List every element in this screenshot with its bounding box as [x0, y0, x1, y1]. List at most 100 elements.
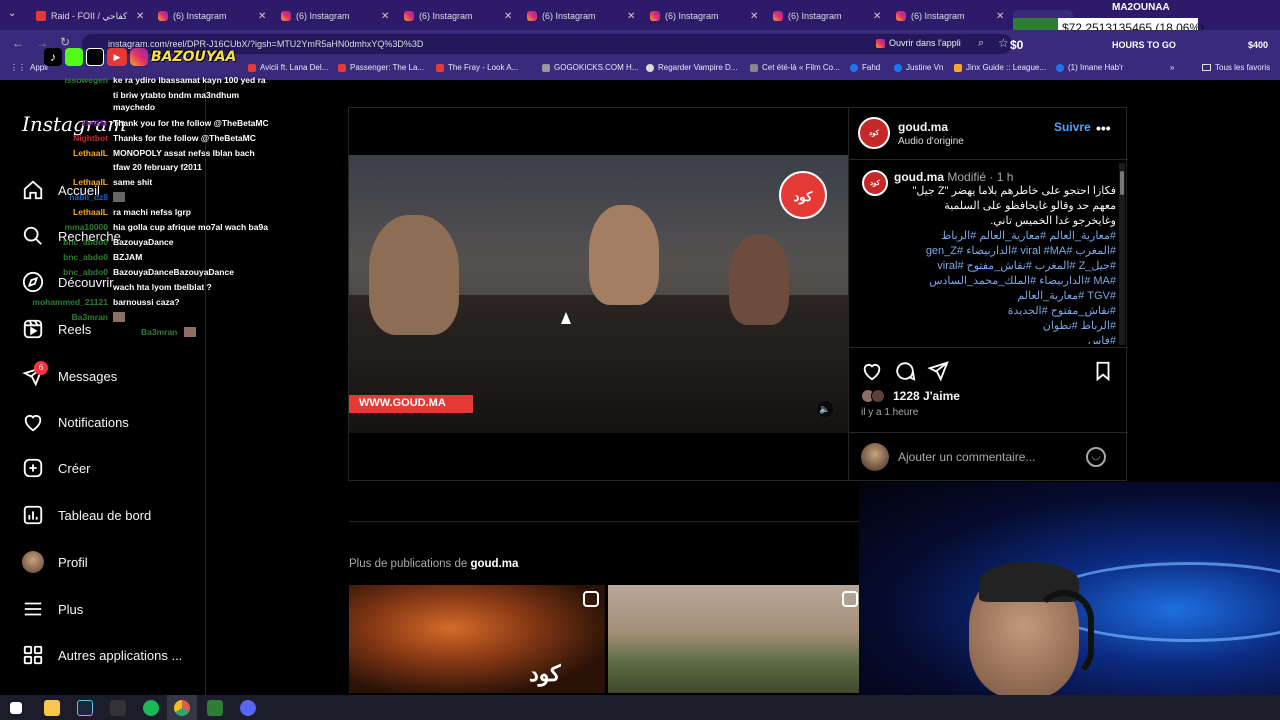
hashtag-line[interactable]: #فاس [894, 334, 1116, 344]
open-in-app-link[interactable]: Ouvrir dans l'appli [876, 38, 961, 48]
hashtag-line[interactable]: #نقاش_مفتوح #الجديدة [894, 304, 1116, 319]
spotify-icon[interactable] [143, 700, 159, 716]
chat-line: LethaalL ra machi nefss lgrp [73, 207, 191, 217]
windows-taskbar [0, 695, 1280, 720]
folder-icon [1202, 64, 1211, 71]
share-icon[interactable] [927, 360, 949, 382]
instagram-icon [896, 11, 906, 21]
bookmark-item[interactable]: The Fray - Look A... [436, 63, 518, 72]
reel-icon [583, 591, 599, 607]
hashtag-line[interactable]: #معارية_العالم #معارية_العالم #الرباط [894, 229, 1116, 244]
nav-dashboard[interactable]: Tableau de bord [22, 504, 151, 526]
youtube-icon [436, 63, 444, 72]
file-explorer-icon[interactable] [44, 700, 60, 716]
zoom-icon[interactable]: ⌕ [978, 37, 984, 50]
nav-more[interactable]: Plus [22, 598, 83, 620]
hashtag-line[interactable]: #MA #الداربيضاء #الملك_محمد_السادس [894, 274, 1116, 289]
browser-tab[interactable]: (6) Instagram ✕ [890, 5, 1008, 27]
hashtag-line[interactable]: #المغرب #viral #MA #الداربيضاء #gen_Z [894, 244, 1116, 259]
caption-scrollbar-thumb[interactable] [1120, 171, 1124, 195]
twitch-icon [86, 48, 104, 66]
close-icon[interactable]: ✕ [258, 11, 270, 22]
more-bookmarks-icon[interactable]: » [1170, 63, 1174, 72]
nav-other-apps[interactable]: Autres applications ... [22, 644, 182, 666]
headset [1034, 590, 1094, 680]
browser-tab[interactable]: Raid - FOII / كفاحي ✕ [30, 5, 148, 27]
close-icon[interactable]: ✕ [136, 11, 148, 22]
browser-tab[interactable]: (6) Instagram ✕ [275, 5, 393, 27]
bookmark-item[interactable]: (1) Imane Hab'r [1056, 63, 1123, 72]
audio-label[interactable]: Audio d'origine [898, 136, 964, 147]
browser-tab[interactable]: (6) Instagram ✕ [521, 5, 639, 27]
chat-line: Ba3mran [0, 327, 290, 342]
site-icon [750, 63, 758, 72]
apps-bookmark[interactable]: ⋮⋮ Appli [10, 63, 48, 72]
post-timestamp: il y a 1 heure [861, 407, 919, 418]
bookmark-item[interactable]: Jinx Guide :: League... [954, 63, 1046, 72]
caption-username[interactable]: goud.ma [894, 170, 944, 184]
discord-icon[interactable] [240, 700, 256, 716]
tab-search-button[interactable]: ⌄ [8, 8, 16, 19]
steam-icon[interactable] [77, 700, 93, 716]
close-icon[interactable]: ✕ [996, 11, 1008, 22]
app-icon[interactable] [207, 700, 223, 716]
menu-icon [24, 602, 42, 616]
browser-tab[interactable]: (6) Instagram ✕ [152, 5, 270, 27]
emote [113, 312, 125, 322]
close-icon[interactable]: ✕ [873, 11, 885, 22]
goud-logo: كود [779, 171, 827, 219]
nav-create[interactable]: Créer [22, 457, 91, 479]
bookmark-item[interactable]: Passenger: The La... [338, 63, 424, 72]
post-thumbnail[interactable] [608, 585, 859, 693]
follow-button[interactable]: Suivre [1054, 120, 1091, 134]
start-icon[interactable] [10, 702, 22, 714]
author-avatar[interactable]: كود [858, 117, 890, 149]
more-posts-username[interactable]: goud.ma [470, 558, 518, 570]
browser-tab[interactable]: (6) Instagram ✕ [767, 5, 885, 27]
social-handle: BAZOUYAA [151, 49, 237, 65]
bookmark-item[interactable]: Fahd [850, 63, 880, 72]
bookmark-item[interactable]: Regarder Vampire D... [646, 63, 737, 72]
heart-icon [24, 415, 42, 432]
hashtag-line[interactable]: #TGV #معارية_العالم [894, 289, 1116, 304]
caption-avatar[interactable]: كود [862, 170, 888, 196]
like-count[interactable]: 1228 J'aime [893, 389, 960, 403]
hashtag-line[interactable]: #الرباط #تطوان [894, 319, 1116, 334]
more-options-icon[interactable]: ••• [1096, 120, 1111, 136]
close-icon[interactable]: ✕ [627, 11, 639, 22]
save-icon[interactable] [1092, 360, 1114, 382]
social-handles-overlay: ♪ ▶ BAZOUYAA [44, 48, 236, 66]
close-icon[interactable]: ✕ [750, 11, 762, 22]
video-watermark: WWW.GOUD.MA [349, 395, 473, 413]
reload-icon[interactable]: ↻ [60, 35, 70, 49]
nav-notifications[interactable]: Notifications [22, 411, 129, 433]
bookmark-item[interactable]: Avicii ft. Lana Del... [248, 63, 328, 72]
facebook-icon [894, 63, 902, 72]
comment-icon[interactable] [894, 360, 916, 382]
epic-games-icon[interactable] [110, 700, 126, 716]
post-thumbnail[interactable]: كود [349, 585, 605, 693]
chat-line: nabil_dz8 [0, 192, 290, 207]
bookmark-item[interactable]: Justine Vn [894, 63, 943, 72]
volume-icon[interactable]: 🔈 [817, 401, 833, 417]
instagram-icon [404, 11, 414, 21]
all-bookmarks-folder[interactable]: Tous les favoris [1202, 63, 1270, 72]
close-icon[interactable]: ✕ [381, 11, 393, 22]
browser-tab[interactable]: (6) Instagram ✕ [644, 5, 762, 27]
back-icon[interactable]: ← [12, 36, 24, 50]
author-username[interactable]: goud.ma [898, 120, 948, 134]
bookmark-item[interactable]: GOGOKICKS.COM H... [542, 63, 638, 72]
bookmark-star-icon[interactable]: ☆ [998, 36, 1009, 50]
like-icon[interactable] [861, 360, 883, 382]
section-divider [349, 521, 859, 522]
comment-input[interactable]: Ajouter un commentaire... [898, 450, 1078, 464]
nav-profile[interactable]: Profil [22, 551, 88, 573]
bookmark-item[interactable]: Cet été-là « Film Co... [750, 63, 840, 72]
reel-video[interactable]: كود WWW.GOUD.MA 🔈 [349, 155, 848, 433]
emoji-icon[interactable]: ◡ [1086, 447, 1106, 467]
emote [113, 192, 125, 202]
browser-tab[interactable]: (6) Instagram ✕ [398, 5, 516, 27]
close-icon[interactable]: ✕ [504, 11, 516, 22]
hashtag-line[interactable]: #جيل_Z #المغرب #نقاش_مفتوح #viral [894, 259, 1116, 274]
post-caption: فكازا احتجو على خاطرهم بلاما يهضر "Z جيل… [894, 184, 1117, 344]
